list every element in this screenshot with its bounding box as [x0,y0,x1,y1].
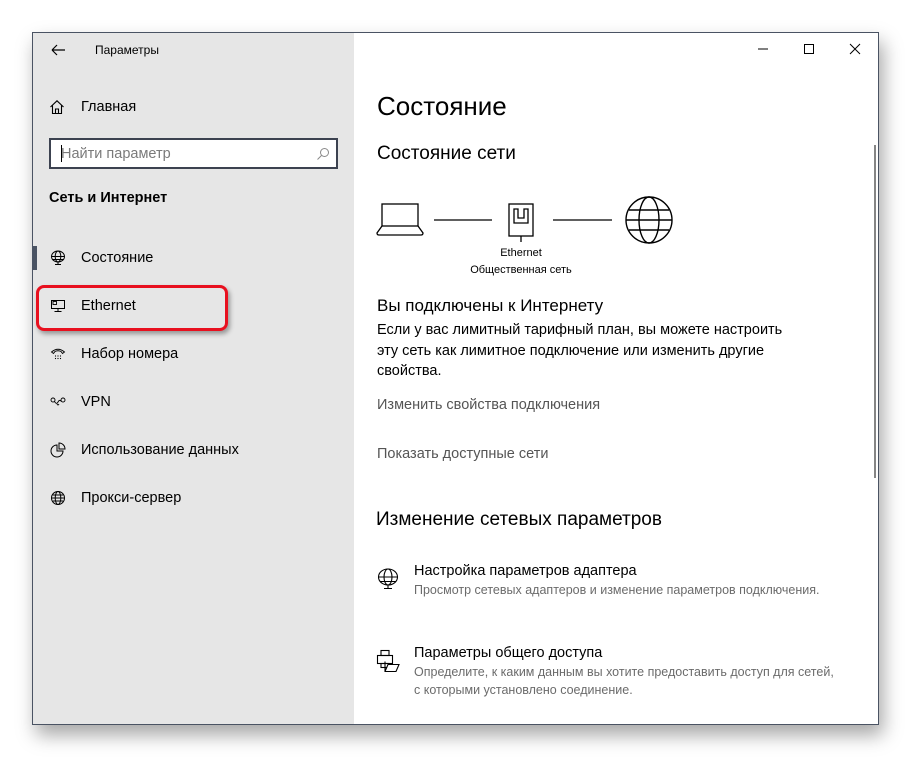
close-icon [849,43,861,55]
sidebar-item-label: Прокси-сервер [81,490,182,506]
back-button[interactable] [43,39,71,61]
adapter-name: Ethernet [500,247,542,259]
sidebar: Параметры Главная Сеть и Интернет [33,33,354,724]
change-settings-heading: Изменение сетевых параметров [376,509,662,530]
sidebar-item-label: Состояние [81,250,154,266]
change-connection-properties-link[interactable]: Изменить свойства подключения [377,397,600,413]
globe-monitor-icon [376,567,402,593]
maximize-button[interactable] [786,33,832,65]
globe-icon [49,489,67,507]
sidebar-item-label: Главная [81,99,137,115]
sidebar-item-label: Использование данных [81,442,239,458]
arrow-left-icon [51,44,65,56]
search-box[interactable] [49,138,338,169]
option-description: Просмотр сетевых адаптеров и изменение п… [414,583,820,597]
connection-status-description: Если у вас лимитный тарифный план, вы мо… [377,322,783,379]
window-controls [740,33,878,65]
sidebar-item-label: VPN [81,394,111,410]
laptop-icon [376,203,424,236]
section-title: Сеть и Интернет [49,190,168,206]
search-input[interactable] [51,140,310,167]
option-description: Определите, к каким данным вы хотите пре… [414,665,834,697]
globe-icon [625,196,673,244]
sidebar-item-home[interactable]: Главная [49,95,136,119]
network-diagram: Ethernet Общественная сеть [376,193,686,283]
network-type: Общественная сеть [470,264,572,276]
adapter-options-item[interactable]: Настройка параметров адаптера Просмотр с… [376,563,834,599]
close-button[interactable] [832,33,878,65]
printer-folder-icon [376,649,402,675]
text-caret [61,145,62,162]
connection-status-title: Вы подключены к Интернету [377,296,604,315]
scrollbar[interactable] [874,145,876,478]
home-icon [50,100,64,115]
settings-window: Параметры Главная Сеть и Интернет [32,32,879,725]
network-status-heading: Состояние сети [377,143,516,164]
sidebar-item-vpn[interactable]: VPN [33,378,354,426]
sidebar-item-label: Набор номера [81,346,179,362]
sidebar-item-status[interactable]: Состояние [33,234,354,282]
search-icon[interactable] [310,147,336,161]
minimize-icon [758,48,768,50]
dial-up-phone-icon [49,345,67,363]
sidebar-item-data-usage[interactable]: Использование данных [33,426,354,474]
sidebar-nav: Состояние Ethernet Набор номера VPN Испо… [33,234,354,522]
show-available-networks-link[interactable]: Показать доступные сети [377,446,548,462]
page-title: Состояние [377,91,507,121]
minimize-button[interactable] [740,33,786,65]
app-title: Параметры [95,43,159,57]
option-title: Параметры общего доступа [414,645,603,661]
main-content: Состояние Состояние сети Ethernet Общест… [354,33,878,724]
sidebar-item-proxy[interactable]: Прокси-сервер [33,474,354,522]
globe-monitor-icon [49,249,67,267]
option-title: Настройка параметров адаптера [414,563,637,579]
pie-chart-icon [49,441,67,459]
maximize-icon [804,44,814,54]
sidebar-item-label: Ethernet [81,298,136,314]
vpn-icon [49,393,67,411]
ethernet-monitor-icon [49,297,67,315]
sharing-options-item[interactable]: Параметры общего доступа Определите, к к… [376,645,834,699]
sidebar-item-ethernet[interactable]: Ethernet [33,282,354,330]
sidebar-item-dial-up[interactable]: Набор номера [33,330,354,378]
ethernet-port-icon [508,203,534,242]
